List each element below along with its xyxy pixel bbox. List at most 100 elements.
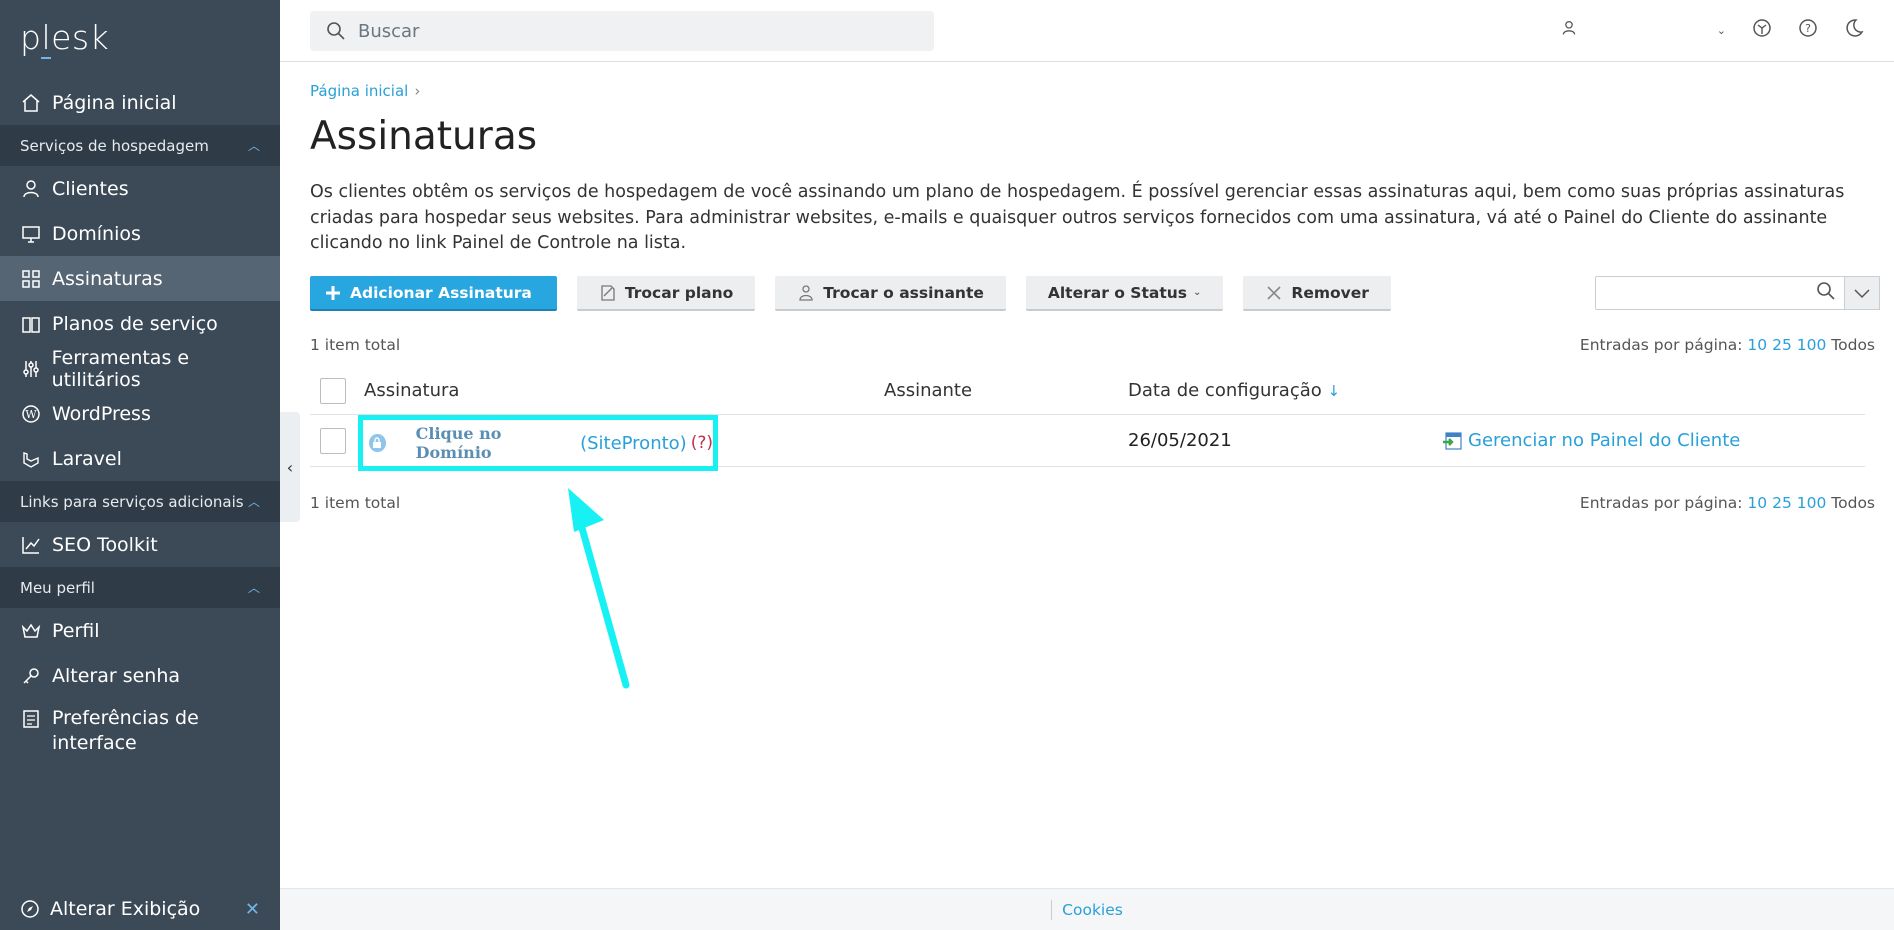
close-icon[interactable]: ✕	[245, 899, 260, 920]
table-header: Assinatura Assinante Data de configuraçã…	[310, 367, 1865, 415]
user-icon	[20, 178, 42, 200]
items-total-bottom: 1 item total	[310, 494, 401, 512]
per-page-bottom: Entradas por página: 10 25 100 Todos	[1580, 494, 1875, 512]
breadcrumb-home-link[interactable]: Página inicial	[310, 82, 408, 100]
plus-icon	[324, 284, 342, 302]
domain-link[interactable]: Clique no Domínio	[416, 424, 570, 462]
plan-help-link[interactable]: (?)	[691, 433, 713, 453]
change-view-item[interactable]: Alterar Exibição ✕	[0, 888, 280, 930]
sidebar-item-subscriptions[interactable]: Assinaturas	[0, 256, 280, 301]
cookies-link[interactable]: Cookies	[1062, 901, 1123, 919]
sidebar-item-home[interactable]: Página inicial	[0, 80, 280, 125]
sidebar-item-service-plans[interactable]: Planos de serviço	[0, 301, 280, 346]
sidebar-item-seo-toolkit[interactable]: SEO Toolkit	[0, 522, 280, 567]
sidebar-item-label: Alterar senha	[52, 664, 181, 687]
moon-icon[interactable]	[1844, 18, 1864, 42]
sidebar-item-label: Clientes	[52, 177, 129, 200]
user-swap-icon	[797, 284, 815, 302]
per-page-label: Entradas por página:	[1579, 494, 1743, 512]
page-title: Assinaturas	[310, 114, 538, 159]
manage-link-label: Gerenciar no Painel do Cliente	[1468, 430, 1741, 451]
footer: Cookies	[280, 888, 1894, 930]
per-page-100-link[interactable]: 100	[1797, 494, 1827, 512]
search-input[interactable]: Buscar	[310, 11, 934, 51]
chevron-right-icon: ›	[414, 82, 421, 100]
wordpress-icon: W	[20, 403, 42, 425]
select-all-checkbox[interactable]	[320, 377, 346, 404]
panel-enter-icon	[1442, 431, 1462, 450]
plesk-logo[interactable]: plesk	[20, 18, 109, 59]
setup-date-cell: 26/05/2021	[1128, 430, 1232, 451]
list-search-options-button[interactable]	[1845, 276, 1880, 310]
sort-desc-icon: ↓	[1327, 382, 1341, 400]
sidebar-group-profile[interactable]: Meu perfil ︿	[0, 567, 280, 608]
compass-icon	[20, 899, 40, 919]
subscriptions-table: Assinatura Assinante Data de configuraçã…	[310, 367, 1865, 471]
sidebar-item-tools[interactable]: Ferramentas e utilitários	[0, 346, 280, 391]
sidebar-item-label: SEO Toolkit	[52, 533, 158, 556]
sidebar-item-label: Ferramentas e utilitários	[51, 346, 190, 391]
sidebar-group-label: Serviços de hospedagem	[20, 136, 209, 155]
sidebar-collapse-button[interactable]: ‹	[280, 412, 300, 522]
sidebar-group-links[interactable]: Links para serviços adicionais ︿	[0, 481, 280, 522]
sidebar-item-label: Página inicial	[52, 91, 177, 114]
sidebar-item-wordpress[interactable]: W WordPress	[0, 391, 280, 436]
chevron-down-icon	[1854, 284, 1870, 303]
change-status-label: Alterar o Status	[1047, 283, 1187, 302]
help-icon[interactable]: ?	[1798, 18, 1818, 42]
sidebar-nav: Página inicial Serviços de hospedagem ︿ …	[0, 80, 280, 768]
breadcrumb: Página inicial ›	[310, 82, 420, 100]
book-icon	[20, 313, 42, 335]
sidebar-item-domains[interactable]: Domínios	[0, 211, 280, 256]
sidebar-item-label: Planos de serviço	[52, 312, 218, 335]
per-page-25-link[interactable]: 25	[1772, 494, 1792, 512]
sidebar: plesk Página inicial Serviços de hospeda…	[0, 0, 280, 930]
remove-button[interactable]: Remover	[1243, 276, 1391, 311]
manage-customer-panel-link[interactable]: Gerenciar no Painel do Cliente	[1442, 430, 1740, 451]
column-setup-date-label: Data de configuração	[1128, 380, 1322, 401]
settings-list-icon	[20, 708, 42, 730]
change-plan-button[interactable]: Trocar plano	[576, 276, 756, 311]
remove-icon	[1265, 284, 1283, 302]
extensions-icon[interactable]	[1752, 18, 1772, 42]
per-page-top: Entradas por página: 10 25 100 Todos	[1580, 336, 1875, 354]
svg-text:?: ?	[1805, 22, 1811, 35]
sidebar-item-label: Domínios	[52, 222, 141, 245]
user-icon	[1561, 20, 1577, 40]
per-page-all[interactable]: Todos	[1831, 336, 1875, 354]
prefs-label-line2: interface	[52, 732, 137, 754]
grid-icon	[20, 268, 42, 290]
svg-text:W: W	[25, 408, 37, 421]
chevron-down-icon: ⌄	[1193, 287, 1202, 298]
remove-label: Remover	[1291, 283, 1369, 302]
topbar: Buscar ⌄ ?	[280, 0, 1894, 62]
sidebar-item-laravel[interactable]: Laravel	[0, 436, 280, 481]
add-subscription-button[interactable]: Adicionar Assinatura	[310, 276, 557, 311]
column-subscriber[interactable]: Assinante	[884, 380, 972, 401]
list-search-input[interactable]	[1595, 276, 1845, 310]
chevron-left-icon: ‹	[286, 457, 294, 477]
sidebar-item-profile[interactable]: Perfil	[0, 608, 280, 653]
sidebar-item-change-password[interactable]: Alterar senha	[0, 653, 280, 698]
per-page-all[interactable]: Todos	[1831, 494, 1875, 512]
change-subscriber-button[interactable]: Trocar o assinante	[775, 276, 1006, 311]
sidebar-item-clients[interactable]: Clientes	[0, 166, 280, 211]
sidebar-group-hosting[interactable]: Serviços de hospedagem ︿	[0, 125, 280, 166]
user-menu[interactable]: ⌄	[1561, 20, 1726, 40]
sidebar-item-label: Laravel	[52, 447, 122, 470]
plan-link[interactable]: (SitePronto)	[580, 433, 687, 454]
chart-icon	[20, 534, 42, 556]
prefs-label-line1: Preferências de	[52, 707, 199, 729]
per-page-25-link[interactable]: 25	[1772, 336, 1792, 354]
per-page-10-link[interactable]: 10	[1747, 494, 1767, 512]
sidebar-item-label: Assinaturas	[52, 267, 163, 290]
sidebar-item-interface-preferences[interactable]: Preferências de interface	[0, 698, 280, 768]
column-setup-date[interactable]: Data de configuração ↓	[1128, 380, 1340, 401]
column-subscription[interactable]: Assinatura	[364, 380, 459, 401]
change-status-button[interactable]: Alterar o Status ⌄	[1025, 276, 1224, 311]
laravel-icon	[20, 448, 42, 470]
per-page-100-link[interactable]: 100	[1797, 336, 1827, 354]
change-view-wrap: Alterar Exibição	[20, 898, 200, 920]
per-page-10-link[interactable]: 10	[1747, 336, 1767, 354]
row-checkbox[interactable]	[320, 427, 346, 454]
